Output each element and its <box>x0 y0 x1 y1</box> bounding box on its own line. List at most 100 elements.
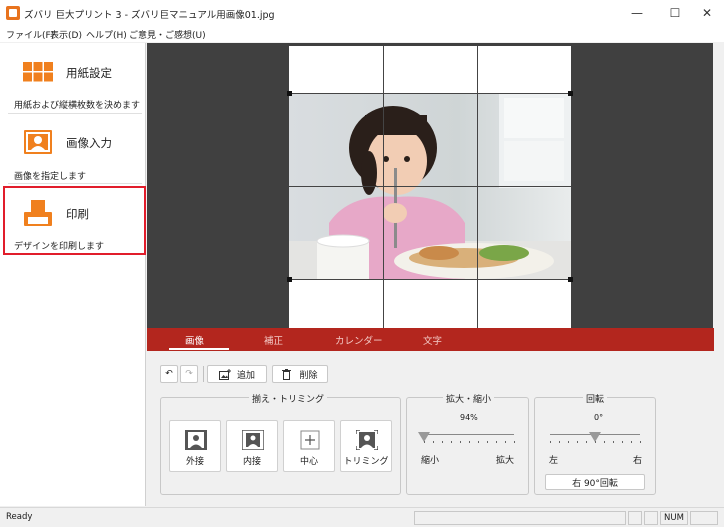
slider-tick <box>550 441 551 443</box>
status-pane <box>644 511 658 525</box>
slider-tick <box>604 441 605 443</box>
divider <box>8 113 142 114</box>
tab-bar: 画像 補正 カレンダー 文字 <box>147 328 714 351</box>
rotate-ticks <box>550 441 641 444</box>
print-highlight-box <box>3 186 146 255</box>
preview-canvas[interactable] <box>147 43 714 328</box>
slider-tick <box>631 441 632 443</box>
sidebar-item-desc: 画像を指定します <box>14 172 87 182</box>
grid-line <box>289 279 571 280</box>
status-pane <box>628 511 642 525</box>
zoom-ticks <box>424 441 515 444</box>
menu-file[interactable]: ファイル(F) <box>6 28 54 41</box>
status-text: Ready <box>6 512 33 522</box>
menu-help[interactable]: ヘルプ(H) <box>86 28 127 41</box>
center-label: 中心 <box>299 457 318 467</box>
fit-inner-label: 内接 <box>242 457 261 467</box>
resize-handle[interactable] <box>287 91 292 96</box>
slider-tick <box>640 441 641 443</box>
title-bar: ズバリ 巨大プリント 3 - ズバリ巨マニュアル用画像01.jpg — ☐ ✕ <box>0 0 724 26</box>
slider-tick <box>442 441 443 443</box>
resize-handle[interactable] <box>568 91 573 96</box>
rotate-right-label: 右 <box>633 456 643 466</box>
fit-outer-icon <box>185 430 207 450</box>
tab-correction[interactable]: 補正 <box>264 333 283 347</box>
slider-tick <box>487 441 488 443</box>
delete-label: 削除 <box>299 370 318 381</box>
minimize-button[interactable]: — <box>620 0 654 26</box>
tab-calendar[interactable]: カレンダー <box>335 333 383 347</box>
grid-icon <box>23 62 53 82</box>
slider-tick <box>568 441 569 443</box>
toolbar-separator <box>203 366 204 382</box>
window-title: ズバリ 巨大プリント 3 - ズバリ巨マニュアル用画像01.jpg <box>24 10 275 21</box>
group-title: 回転 <box>583 392 608 405</box>
fit-inner-icon <box>242 430 264 450</box>
divider <box>8 183 142 184</box>
sidebar-item-desc: 用紙および縦横枚数を決めます <box>14 101 141 111</box>
add-label: 追加 <box>236 370 255 381</box>
slider-tick <box>577 441 578 443</box>
tab-text[interactable]: 文字 <box>423 333 442 347</box>
grid-line <box>289 93 571 94</box>
fit-outer-label: 外接 <box>185 457 204 467</box>
vertical-scrollbar[interactable] <box>713 43 724 328</box>
undo-button[interactable]: ↶ <box>160 365 178 383</box>
status-bar: Ready NUM <box>0 507 724 527</box>
sidebar-item-image[interactable]: 画像入力 画像を指定します <box>0 115 146 185</box>
zoom-max-label: 拡大 <box>496 456 515 466</box>
slider-tick <box>514 441 515 443</box>
trimming-button[interactable]: トリミング <box>340 420 392 472</box>
status-pane <box>414 511 626 525</box>
slider-tick <box>496 441 497 443</box>
rotate-left-label: 左 <box>549 456 559 466</box>
slider-tick <box>586 441 587 443</box>
trash-icon <box>282 368 292 380</box>
add-button[interactable]: 追加 <box>207 365 267 383</box>
slider-tick <box>613 441 614 443</box>
fit-inner-button[interactable]: 内接 <box>226 420 278 472</box>
zoom-slider-track[interactable] <box>424 434 514 435</box>
redo-button[interactable]: ↷ <box>180 365 198 383</box>
menu-feedback[interactable]: ご意見・ご感想(U) <box>129 28 206 41</box>
slider-tick <box>451 441 452 443</box>
close-button[interactable]: ✕ <box>690 0 724 26</box>
rotate-90-button[interactable]: 右 90°回転 <box>545 474 645 490</box>
slider-tick <box>424 441 425 443</box>
status-pane <box>690 511 718 525</box>
center-icon <box>300 430 320 450</box>
trimming-label: トリミング <box>343 457 389 467</box>
sidebar-item-paper[interactable]: 用紙設定 用紙および縦横枚数を決めます <box>0 43 146 113</box>
sidebar-item-label: 画像入力 <box>66 136 112 150</box>
menu-bar: ファイル(F) 表示(D) ヘルプ(H) ご意見・ご感想(U) <box>0 26 724 42</box>
resize-handle[interactable] <box>287 277 292 282</box>
fit-outer-button[interactable]: 外接 <box>169 420 221 472</box>
grid-line <box>477 46 478 328</box>
center-button[interactable]: 中心 <box>283 420 335 472</box>
delete-button[interactable]: 削除 <box>272 365 328 383</box>
portrait-icon <box>24 130 52 154</box>
slider-tick <box>559 441 560 443</box>
rotate-value: 0° <box>594 413 604 422</box>
grid-line <box>383 46 384 328</box>
sidebar: 用紙設定 用紙および縦横枚数を決めます 画像入力 画像を指定します 印刷 デザイ… <box>0 43 146 506</box>
slider-tick <box>595 441 596 443</box>
slider-tick <box>622 441 623 443</box>
sidebar-item-label: 用紙設定 <box>66 66 112 80</box>
maximize-button[interactable]: ☐ <box>658 0 692 26</box>
tab-image[interactable]: 画像 <box>185 333 204 347</box>
slider-tick <box>478 441 479 443</box>
app-logo-icon <box>6 6 20 20</box>
slider-tick <box>505 441 506 443</box>
group-title: 拡大・縮小 <box>443 392 495 405</box>
group-title: 揃え・トリミング <box>249 392 328 405</box>
active-tab-indicator <box>169 348 229 350</box>
grid-line <box>289 186 571 187</box>
slider-tick <box>460 441 461 443</box>
slider-tick <box>433 441 434 443</box>
num-lock-indicator: NUM <box>660 511 688 525</box>
menu-view[interactable]: 表示(D) <box>50 28 82 41</box>
zoom-group <box>406 397 529 495</box>
resize-handle[interactable] <box>568 277 573 282</box>
zoom-min-label: 縮小 <box>421 456 440 466</box>
